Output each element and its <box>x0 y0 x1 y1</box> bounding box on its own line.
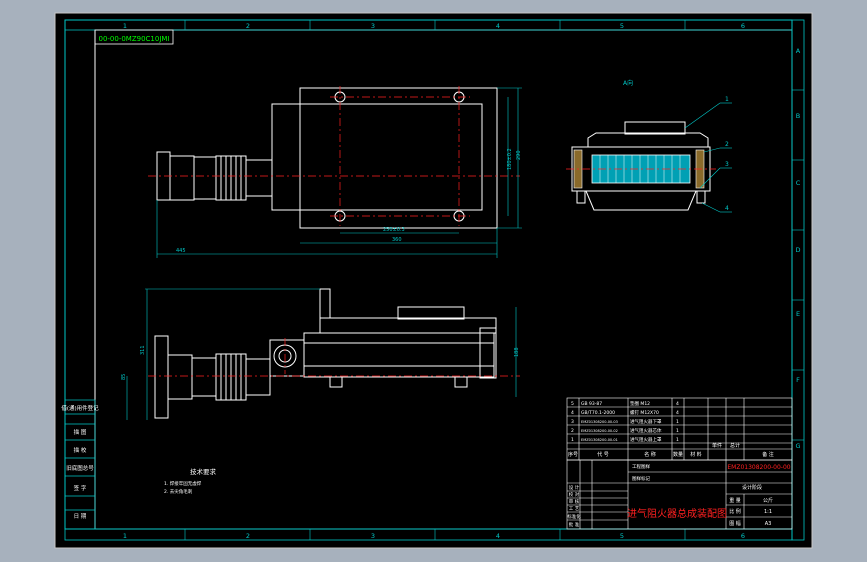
top-col-label: 3 <box>371 22 375 30</box>
bom-no: 3 <box>571 419 574 425</box>
dim-front-height-left: 311 <box>140 345 146 355</box>
bom-name: 进气阻火器芯体 <box>630 427 662 434</box>
bom-no: 4 <box>571 410 574 416</box>
bom-name: 进气阻火器下罩 <box>630 418 662 425</box>
bottom-col-label: 1 <box>123 532 127 540</box>
code-box-text: 00-00-0MZ90C10JMI <box>98 35 169 43</box>
top-col-label: 2 <box>246 22 250 30</box>
bottom-col-label: 6 <box>741 532 745 540</box>
sign-label: 批 准 <box>569 521 580 528</box>
panel-label: 签 字 <box>74 484 87 492</box>
weight-unit: 公斤 <box>763 497 773 504</box>
bom-qty: 4 <box>676 401 679 407</box>
company-line-2: 图样标记 <box>632 475 650 482</box>
dim-inner-length: 360 <box>392 237 402 243</box>
sign-label: 设 计 <box>569 484 580 491</box>
dim-height-inner: 180±0.2 <box>507 148 513 170</box>
sheet-background <box>54 12 813 549</box>
bottom-col-label: 2 <box>246 532 250 540</box>
bom-qty: 1 <box>676 428 679 434</box>
dim-front-height-right: 188 <box>514 347 520 357</box>
sheet-label: 图 幅 <box>729 520 741 527</box>
dim-hole-spacing: 250±0.3 <box>383 227 405 233</box>
right-row-label: A <box>796 47 801 55</box>
bom-header-cell: 序号 <box>568 451 578 458</box>
bom-qty: 1 <box>676 419 679 425</box>
right-row-label: F <box>796 376 800 384</box>
bom-no: 1 <box>571 437 574 443</box>
panel-label: 借(通)用件登记 <box>61 404 99 412</box>
right-row-label: C <box>796 179 801 187</box>
balloon-label: 1 <box>725 96 729 103</box>
panel-label: 日 期 <box>74 513 87 520</box>
balloon-label: 2 <box>725 141 729 148</box>
panel-label: 描 校 <box>74 446 87 454</box>
bom-no: 5 <box>571 401 574 407</box>
company-line-1: 工程图样 <box>632 463 650 470</box>
bottom-col-label: 3 <box>371 532 375 540</box>
top-col-label: 1 <box>123 22 127 30</box>
top-col-label: 4 <box>496 22 500 30</box>
stage-label: 设计阶段 <box>742 484 762 491</box>
sign-label: 标准化 <box>567 513 581 520</box>
sign-label: 审 核 <box>569 498 580 505</box>
bom-code: GB 93-87 <box>581 401 602 407</box>
bom-no: 2 <box>571 428 574 434</box>
right-row-label: B <box>796 112 800 120</box>
balloon-label: 4 <box>725 205 729 212</box>
bom-header-cell: 单件 <box>712 442 722 449</box>
bom-name: 进气阻火器上罩 <box>630 436 662 443</box>
bom-header-cell: 备 注 <box>762 451 774 458</box>
weight-label: 重 量 <box>729 497 741 504</box>
scale-value: 1:1 <box>764 509 772 515</box>
dim-height-outer: 290 <box>516 150 522 160</box>
bom-header-cell: 代 号 <box>597 451 609 458</box>
dim-front-center-height: 85 <box>121 374 127 380</box>
bottom-col-label: 4 <box>496 532 500 540</box>
bom-header-cell: 材 料 <box>690 451 702 458</box>
a-view-label: A向 <box>623 79 633 87</box>
drawing-title: 进气阻火器总成装配图 <box>627 507 727 520</box>
tech-req-heading: 技术要求 <box>190 467 217 476</box>
panel-label: 旧底图总号 <box>66 464 94 472</box>
bom-header-cell: 名 称 <box>644 451 656 458</box>
bottom-col-label: 5 <box>620 532 624 540</box>
sign-label: 校 对 <box>569 491 580 498</box>
bom-code: EMZ01308200-00-01 <box>581 438 618 442</box>
bom-code: EMZ01308200-00-03 <box>581 420 618 424</box>
bom-qty: 4 <box>676 410 679 416</box>
top-col-label: 6 <box>741 22 745 30</box>
sheet-value: A3 <box>765 521 772 527</box>
sign-label: 工 艺 <box>569 506 580 512</box>
tech-req-line: 1. 焊接牢固无虚焊 <box>164 480 202 487</box>
drawing-number: EMZ01308200-00-00 <box>727 464 790 471</box>
bom-name: 垫圈 M12 <box>630 400 650 407</box>
right-row-label: E <box>796 310 800 318</box>
tech-req-line: 2. 去尖角毛刺 <box>164 488 193 495</box>
panel-label: 描 图 <box>74 428 87 436</box>
scale-label: 比 例 <box>729 508 741 515</box>
right-row-label: D <box>795 246 800 254</box>
balloon-label: 3 <box>725 161 729 168</box>
bom-header-cell: 数量 <box>673 451 683 458</box>
right-row-label: G <box>795 442 800 450</box>
bom-code: EMZ01308200-00-02 <box>581 429 618 433</box>
bom-name: 螺钉 M12X70 <box>630 409 659 416</box>
bom-code: GB/T70.1-2000 <box>581 410 615 416</box>
top-col-label: 5 <box>620 22 624 30</box>
cad-drawing-canvas: 1 2 3 4 5 6 1 2 3 4 5 6 A B C D E F G 00… <box>54 12 813 549</box>
bom-header-cell: 总计 <box>730 442 740 449</box>
dim-total-length: 445 <box>176 248 186 254</box>
bom-qty: 1 <box>676 437 679 443</box>
